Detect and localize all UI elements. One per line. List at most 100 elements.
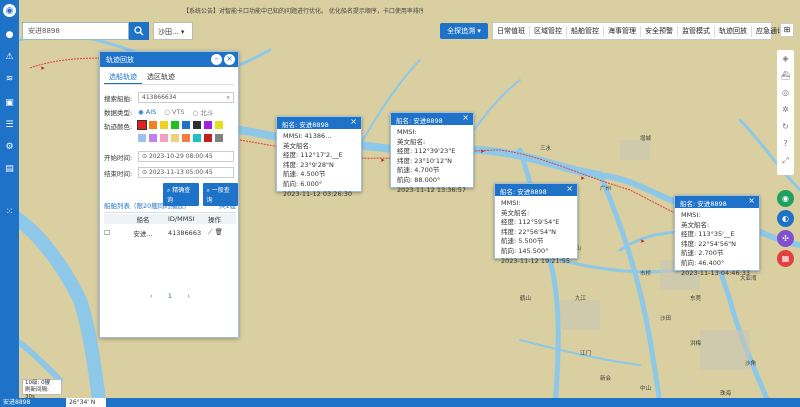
search-button[interactable] xyxy=(129,22,149,40)
top-menu-bar: 日常值班 区域管控 船舶管控 海事管理 安全预警 监管模式 轨迹回放 应急通讯 xyxy=(492,22,784,40)
menu-item-safety-alert[interactable]: 安全预警 xyxy=(641,25,678,37)
menu-item-ship-control[interactable]: 船舶管控 xyxy=(567,25,604,37)
layers-icon[interactable]: ◈ xyxy=(777,50,794,67)
minimize-icon[interactable]: – xyxy=(211,54,222,65)
close-icon[interactable]: × xyxy=(224,54,235,65)
menu-item-duty[interactable]: 日常值班 xyxy=(493,25,530,37)
ship-search-input[interactable]: 安进8898 xyxy=(22,22,129,40)
color-swatch[interactable] xyxy=(193,121,201,129)
list-icon[interactable]: ☰ xyxy=(3,118,16,131)
warning-icon[interactable]: ⚠ xyxy=(3,50,16,63)
layers-icon[interactable]: ≋ xyxy=(3,72,16,85)
card-en-name: 英文船名: xyxy=(681,220,710,229)
table-row[interactable]: ☐ 安进... 41386663 ⟋ 🗑 xyxy=(104,227,236,238)
next-page-icon[interactable]: › xyxy=(187,292,190,300)
color-swatch[interactable] xyxy=(193,134,201,142)
ship-info-card[interactable]: 船名: 安进8898 × MMSI: 英文船名: 经度: 112°39'23"E … xyxy=(390,112,474,194)
region-select[interactable]: 沙田... ▾ xyxy=(153,22,193,40)
delete-icon[interactable]: 🗑 xyxy=(215,228,223,236)
color-swatch[interactable] xyxy=(204,121,212,129)
end-time-input[interactable]: ⊙ 2023-11-13 05:00:45 xyxy=(138,167,234,178)
menu-item-track-replay[interactable]: 轨迹回放 xyxy=(715,25,752,37)
color-swatch[interactable] xyxy=(182,134,190,142)
close-icon[interactable]: × xyxy=(748,196,755,205)
chart-icon[interactable]: ⟋ xyxy=(208,228,213,236)
user-icon[interactable]: ● xyxy=(3,28,16,41)
search-icon[interactable]: ⌕ xyxy=(227,94,230,102)
color-swatch[interactable] xyxy=(160,134,168,142)
tab-area-track[interactable]: 选区轨迹 xyxy=(142,70,180,84)
svg-text:➤: ➤ xyxy=(380,157,385,164)
menu-item-maritime[interactable]: 海事管理 xyxy=(604,25,641,37)
refresh-icon[interactable]: ↻ xyxy=(777,118,794,135)
close-icon[interactable]: × xyxy=(350,117,357,126)
start-time-input[interactable]: ⊙ 2023-10-29 08:00:45 xyxy=(138,151,234,162)
card-time: 2023-11-12 19:21:55 xyxy=(501,256,571,265)
document-icon[interactable]: ▤ xyxy=(3,162,16,175)
search-ship-value: 413866634 xyxy=(142,94,177,101)
card-header: 船名: 安进8898 × xyxy=(277,117,361,129)
card-speed: 航速: 2.700节 xyxy=(681,249,724,258)
ship-info-card[interactable]: 船名: 安进8898 × MMSI: 41386... 英文船名: 经度: 112… xyxy=(276,116,362,198)
location-badge-icon[interactable]: ◉ xyxy=(777,190,794,207)
search-ship-row: 搜索船舶: 413866634 ⌕ xyxy=(104,92,234,103)
target-icon[interactable]: ◎ xyxy=(777,84,794,101)
card-header: 船名: 安进8898 × xyxy=(495,184,577,196)
radio-vts[interactable]: ○ VTS xyxy=(164,108,184,116)
color-swatch[interactable] xyxy=(171,134,179,142)
card-longitude: 经度: 113°35'__E xyxy=(681,230,735,239)
color-swatch[interactable] xyxy=(215,134,223,142)
color-swatch[interactable] xyxy=(138,134,146,142)
close-icon[interactable]: × xyxy=(566,184,573,193)
ship-icon[interactable]: ⛴ xyxy=(777,67,794,84)
lock-icon[interactable]: ▣ xyxy=(3,96,16,109)
color-swatch[interactable] xyxy=(182,121,190,129)
apps-grid-icon[interactable]: ⊞ xyxy=(780,23,794,37)
global-trace-button[interactable]: 全探追溯 ▾ xyxy=(440,23,488,39)
card-title: 船名: 安进8898 xyxy=(396,117,443,125)
bottom-bar: 安进8898 xyxy=(0,398,800,407)
prev-page-icon[interactable]: ‹ xyxy=(150,292,153,300)
card-mmsi: MMSI: xyxy=(681,211,701,219)
grid-icon[interactable]: ⁙ xyxy=(3,205,16,218)
color-swatch[interactable] xyxy=(160,121,168,129)
logo-icon: ◉ xyxy=(3,4,16,17)
settings-icon[interactable]: ✲ xyxy=(777,101,794,118)
panel-title: 轨迹回放 xyxy=(106,56,134,64)
color-swatch[interactable] xyxy=(149,121,157,129)
card-latitude: 纬度: 22°54'56"N xyxy=(681,239,736,248)
color-swatch[interactable] xyxy=(137,120,147,130)
system-notice[interactable]: 【系统公告】对智能卡口功能中已知的问题进行优化。 优化船名提示顺序，卡口使用率排… xyxy=(183,6,423,18)
color-swatch[interactable] xyxy=(171,121,179,129)
tab-ship-track[interactable]: 选船轨迹 xyxy=(104,70,142,84)
ship-info-card[interactable]: 船名: 安进8898 × MMSI: 英文船名: 经度: 112°59'54"E … xyxy=(494,183,578,265)
svg-text:➤: ➤ xyxy=(480,148,485,155)
menu-item-supervision[interactable]: 监管模式 xyxy=(678,25,715,37)
radio-ais[interactable]: ◉ AIS xyxy=(138,108,156,116)
current-page[interactable]: 1 xyxy=(168,292,172,300)
region-select-value: 沙田... xyxy=(158,28,179,36)
card-title: 船名: 安进8898 xyxy=(282,121,329,129)
card-time: 2023-11-12 13:36:57 xyxy=(397,185,467,194)
color-swatch[interactable] xyxy=(204,134,212,142)
settings-icon[interactable]: ⚙ xyxy=(3,140,16,153)
search-ship-input[interactable]: 413866634 ⌕ xyxy=(138,92,234,103)
help-icon[interactable]: ? xyxy=(777,135,794,152)
row-checkbox[interactable]: ☐ xyxy=(104,229,118,237)
color-swatch[interactable] xyxy=(149,134,157,142)
monitor-badge-icon[interactable]: ◐ xyxy=(777,210,794,227)
menu-item-area-control[interactable]: 区域管控 xyxy=(530,25,567,37)
refresh-status-box: 10级: 0艘 刷新间隔: 30s xyxy=(22,379,62,400)
col-id: ID/MMSI xyxy=(168,215,195,223)
close-icon[interactable]: × xyxy=(462,113,469,122)
alert-badge-icon[interactable]: ▦ xyxy=(777,250,794,267)
fullscreen-icon[interactable]: ⤢ xyxy=(777,152,794,169)
search-ship-label: 搜索船舶: xyxy=(104,94,133,103)
map-label: 江门 xyxy=(580,349,591,357)
ship-info-card[interactable]: 船名: 安进8898 × MMSI: 英文船名: 经度: 113°35'__E 纬… xyxy=(674,195,760,277)
card-longitude: 经度: 112°39'23"E xyxy=(397,147,456,156)
radio-beidou[interactable]: ○ 北斗 xyxy=(193,107,214,117)
map-label: 沙角 xyxy=(745,359,756,367)
color-swatch[interactable] xyxy=(215,121,223,129)
group-badge-icon[interactable]: ✣ xyxy=(777,230,794,247)
